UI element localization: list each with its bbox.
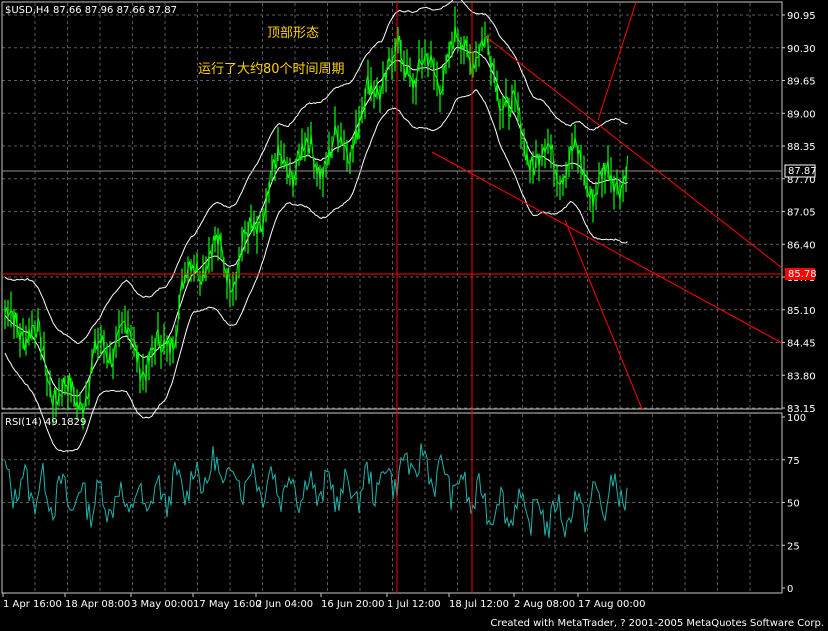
price-tick-label: 88.35 xyxy=(787,142,816,153)
rsi-header: RSI(14) 49.1829 xyxy=(5,417,86,428)
price-tick-label: 86.40 xyxy=(787,240,816,251)
time-tick-label: 17 May 16:00 xyxy=(193,599,262,610)
price-tick-label: 83.80 xyxy=(787,371,816,382)
price-tick-label: 90.95 xyxy=(787,11,816,22)
current-price-label: 87.87 xyxy=(788,166,817,177)
price-tick-label: 89.00 xyxy=(787,109,816,120)
rsi-tick-label: 25 xyxy=(787,541,800,552)
time-tick-label: 2 Jun 04:00 xyxy=(256,599,313,610)
chart-background xyxy=(0,0,828,631)
time-tick-label: 18 Jul 12:00 xyxy=(449,599,509,610)
price-tick-label: 89.65 xyxy=(787,77,816,88)
duration-annotation: 运行了大约80个时间周期 xyxy=(198,62,345,77)
rsi-tick-label: 75 xyxy=(787,456,800,467)
time-tick-label: 3 May 00:00 xyxy=(131,599,193,610)
rsi-tick-label: 50 xyxy=(787,499,800,510)
chart-canvas: 90.9590.3089.6589.0088.3587.7087.0586.40… xyxy=(0,0,828,631)
price-tick-label: 87.05 xyxy=(787,208,816,219)
time-tick-label: 1 Jul 12:00 xyxy=(387,599,441,610)
time-tick-label: 17 Aug 00:00 xyxy=(578,599,645,610)
time-tick-label: 1 Apr 16:00 xyxy=(3,599,62,610)
symbol-header: $USD,H4 87.66 87.96 87.66 87.87 xyxy=(5,5,177,16)
rsi-tick-label: 100 xyxy=(787,413,806,424)
level-price-label: 85.78 xyxy=(788,269,817,280)
price-tick-label: 84.45 xyxy=(787,339,816,350)
rsi-tick-label: 0 xyxy=(787,584,793,595)
footer-credit: Created with MetaTrader, ? 2001-2005 Met… xyxy=(490,618,824,629)
time-tick-label: 2 Aug 08:00 xyxy=(514,599,575,610)
price-tick-label: 85.10 xyxy=(787,306,816,317)
time-tick-label: 18 Apr 08:00 xyxy=(65,599,130,610)
price-tick-label: 90.30 xyxy=(787,44,816,55)
time-tick-label: 16 Jun 20:00 xyxy=(321,599,385,610)
pattern-annotation: 顶部形态 xyxy=(267,26,319,41)
